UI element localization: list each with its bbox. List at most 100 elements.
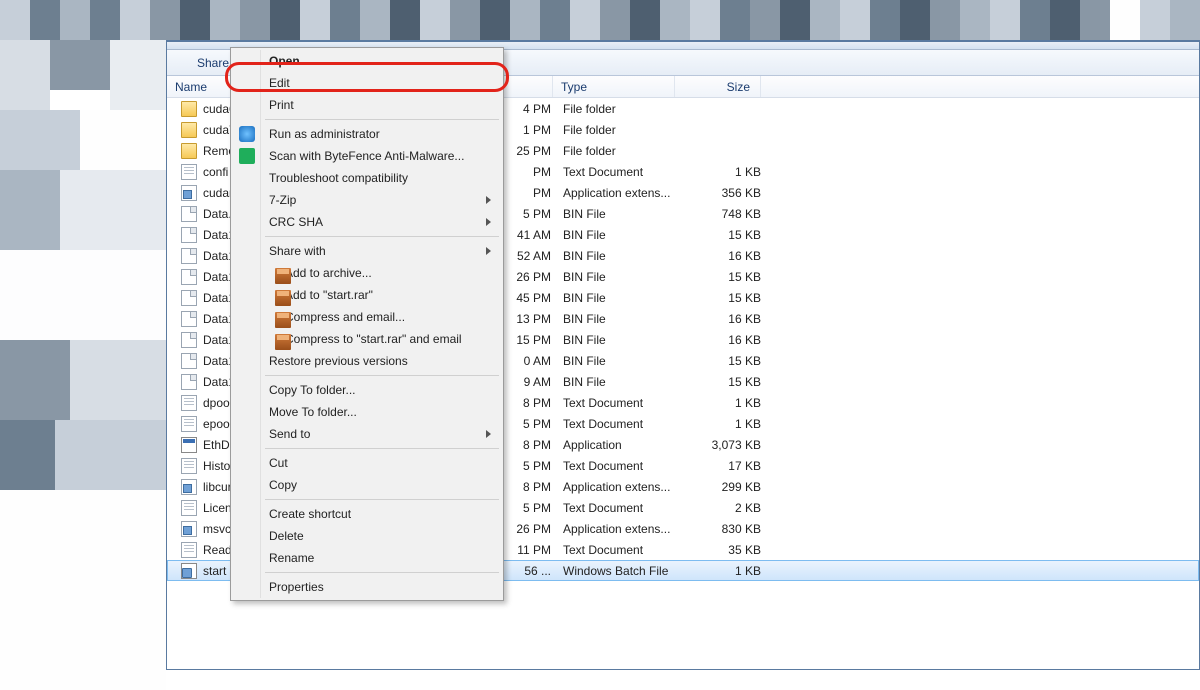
menu-item-label: Compress to "start.rar" and email bbox=[285, 332, 462, 346]
shield-icon bbox=[239, 126, 255, 142]
menu-item-label: Restore previous versions bbox=[269, 354, 408, 368]
txt-icon bbox=[181, 395, 197, 411]
menu-item[interactable]: Restore previous versions bbox=[233, 350, 501, 372]
menu-item-label: Add to archive... bbox=[285, 266, 372, 280]
background-pixel-side bbox=[0, 40, 166, 670]
menu-item-label: CRC SHA bbox=[269, 215, 323, 229]
file-type: BIN File bbox=[563, 228, 685, 242]
column-header-type[interactable]: Type bbox=[553, 76, 675, 97]
menu-item-label: Cut bbox=[269, 456, 288, 470]
bin-icon bbox=[181, 269, 197, 285]
bf-icon bbox=[239, 148, 255, 164]
menu-item[interactable]: Scan with ByteFence Anti-Malware... bbox=[233, 145, 501, 167]
context-menu: Open Edit Print Run as administrator Scan wi… bbox=[230, 47, 504, 601]
bat-icon bbox=[181, 563, 197, 579]
menu-separator bbox=[265, 236, 499, 237]
folder-icon bbox=[181, 143, 197, 159]
folder-icon bbox=[181, 101, 197, 117]
menu-item[interactable]: Add to "start.rar" bbox=[233, 284, 501, 306]
dll-icon bbox=[181, 521, 197, 537]
menu-separator bbox=[265, 448, 499, 449]
menu-item[interactable]: Copy bbox=[233, 474, 501, 496]
file-size: 1 KB bbox=[685, 165, 771, 179]
submenu-arrow-icon bbox=[486, 430, 491, 438]
folder-icon bbox=[181, 122, 197, 138]
menu-item-label: Delete bbox=[269, 529, 304, 543]
menu-item[interactable]: Open bbox=[233, 50, 501, 72]
file-type: BIN File bbox=[563, 291, 685, 305]
menu-item-label: Print bbox=[269, 98, 294, 112]
menu-item[interactable]: Copy To folder... bbox=[233, 379, 501, 401]
file-type: BIN File bbox=[563, 270, 685, 284]
file-size: 15 KB bbox=[685, 228, 771, 242]
rar-icon bbox=[275, 312, 291, 328]
menu-item[interactable]: Send to bbox=[233, 423, 501, 445]
file-size: 15 KB bbox=[685, 354, 771, 368]
file-type: Text Document bbox=[563, 543, 685, 557]
menu-item-label: Add to "start.rar" bbox=[285, 288, 373, 302]
menu-item[interactable]: Add to archive... bbox=[233, 262, 501, 284]
rar-icon bbox=[275, 268, 291, 284]
txt-icon bbox=[181, 416, 197, 432]
menu-item[interactable]: CRC SHA bbox=[233, 211, 501, 233]
file-type: Application extens... bbox=[563, 480, 685, 494]
file-type: BIN File bbox=[563, 249, 685, 263]
file-size: 2 KB bbox=[685, 501, 771, 515]
menu-item-label: Move To folder... bbox=[269, 405, 357, 419]
menu-item[interactable]: Properties bbox=[233, 576, 501, 598]
file-type: File folder bbox=[563, 144, 685, 158]
file-size: 830 KB bbox=[685, 522, 771, 536]
menu-item[interactable]: Edit bbox=[233, 72, 501, 94]
bin-icon bbox=[181, 206, 197, 222]
menu-item-label: Edit bbox=[269, 76, 290, 90]
menu-item[interactable]: Compress and email... bbox=[233, 306, 501, 328]
submenu-arrow-icon bbox=[486, 196, 491, 204]
file-size: 16 KB bbox=[685, 312, 771, 326]
rar-icon bbox=[275, 290, 291, 306]
dll-icon bbox=[181, 479, 197, 495]
menu-item[interactable]: 7-Zip bbox=[233, 189, 501, 211]
rar-icon bbox=[275, 334, 291, 350]
menu-item-label: Share with bbox=[269, 244, 326, 258]
menu-item[interactable]: Run as administrator bbox=[233, 123, 501, 145]
bin-icon bbox=[181, 353, 197, 369]
file-type: Text Document bbox=[563, 501, 685, 515]
file-size: 1 KB bbox=[685, 396, 771, 410]
menu-item[interactable]: Troubleshoot compatibility bbox=[233, 167, 501, 189]
menu-item[interactable]: Move To folder... bbox=[233, 401, 501, 423]
file-type: BIN File bbox=[563, 375, 685, 389]
file-type: File folder bbox=[563, 123, 685, 137]
menu-item-label: Copy To folder... bbox=[269, 383, 356, 397]
menu-item-label: Rename bbox=[269, 551, 314, 565]
txt-icon bbox=[181, 500, 197, 516]
menu-item[interactable]: Delete bbox=[233, 525, 501, 547]
exe-icon bbox=[181, 437, 197, 453]
column-header-size[interactable]: Size bbox=[675, 76, 761, 97]
file-type: Application extens... bbox=[563, 522, 685, 536]
menu-item[interactable]: Create shortcut bbox=[233, 503, 501, 525]
menu-item-label: Run as administrator bbox=[269, 127, 380, 141]
file-type: Text Document bbox=[563, 459, 685, 473]
bin-icon bbox=[181, 248, 197, 264]
file-size: 15 KB bbox=[685, 270, 771, 284]
menu-item-label: Create shortcut bbox=[269, 507, 351, 521]
menu-item[interactable]: Print bbox=[233, 94, 501, 116]
file-size: 35 KB bbox=[685, 543, 771, 557]
menu-item[interactable]: Compress to "start.rar" and email bbox=[233, 328, 501, 350]
txt-icon bbox=[181, 164, 197, 180]
file-type: BIN File bbox=[563, 207, 685, 221]
file-type: Text Document bbox=[563, 165, 685, 179]
menu-item[interactable]: Cut bbox=[233, 452, 501, 474]
bin-icon bbox=[181, 374, 197, 390]
menu-item[interactable]: Share with bbox=[233, 240, 501, 262]
bin-icon bbox=[181, 311, 197, 327]
bin-icon bbox=[181, 290, 197, 306]
submenu-arrow-icon bbox=[486, 218, 491, 226]
file-type: Windows Batch File bbox=[563, 564, 685, 578]
file-size: 3,073 KB bbox=[685, 438, 771, 452]
file-size: 15 KB bbox=[685, 375, 771, 389]
background-pixel-strip bbox=[0, 0, 1200, 40]
menu-item-label: Troubleshoot compatibility bbox=[269, 171, 408, 185]
menu-item[interactable]: Rename bbox=[233, 547, 501, 569]
menu-item-label: 7-Zip bbox=[269, 193, 296, 207]
